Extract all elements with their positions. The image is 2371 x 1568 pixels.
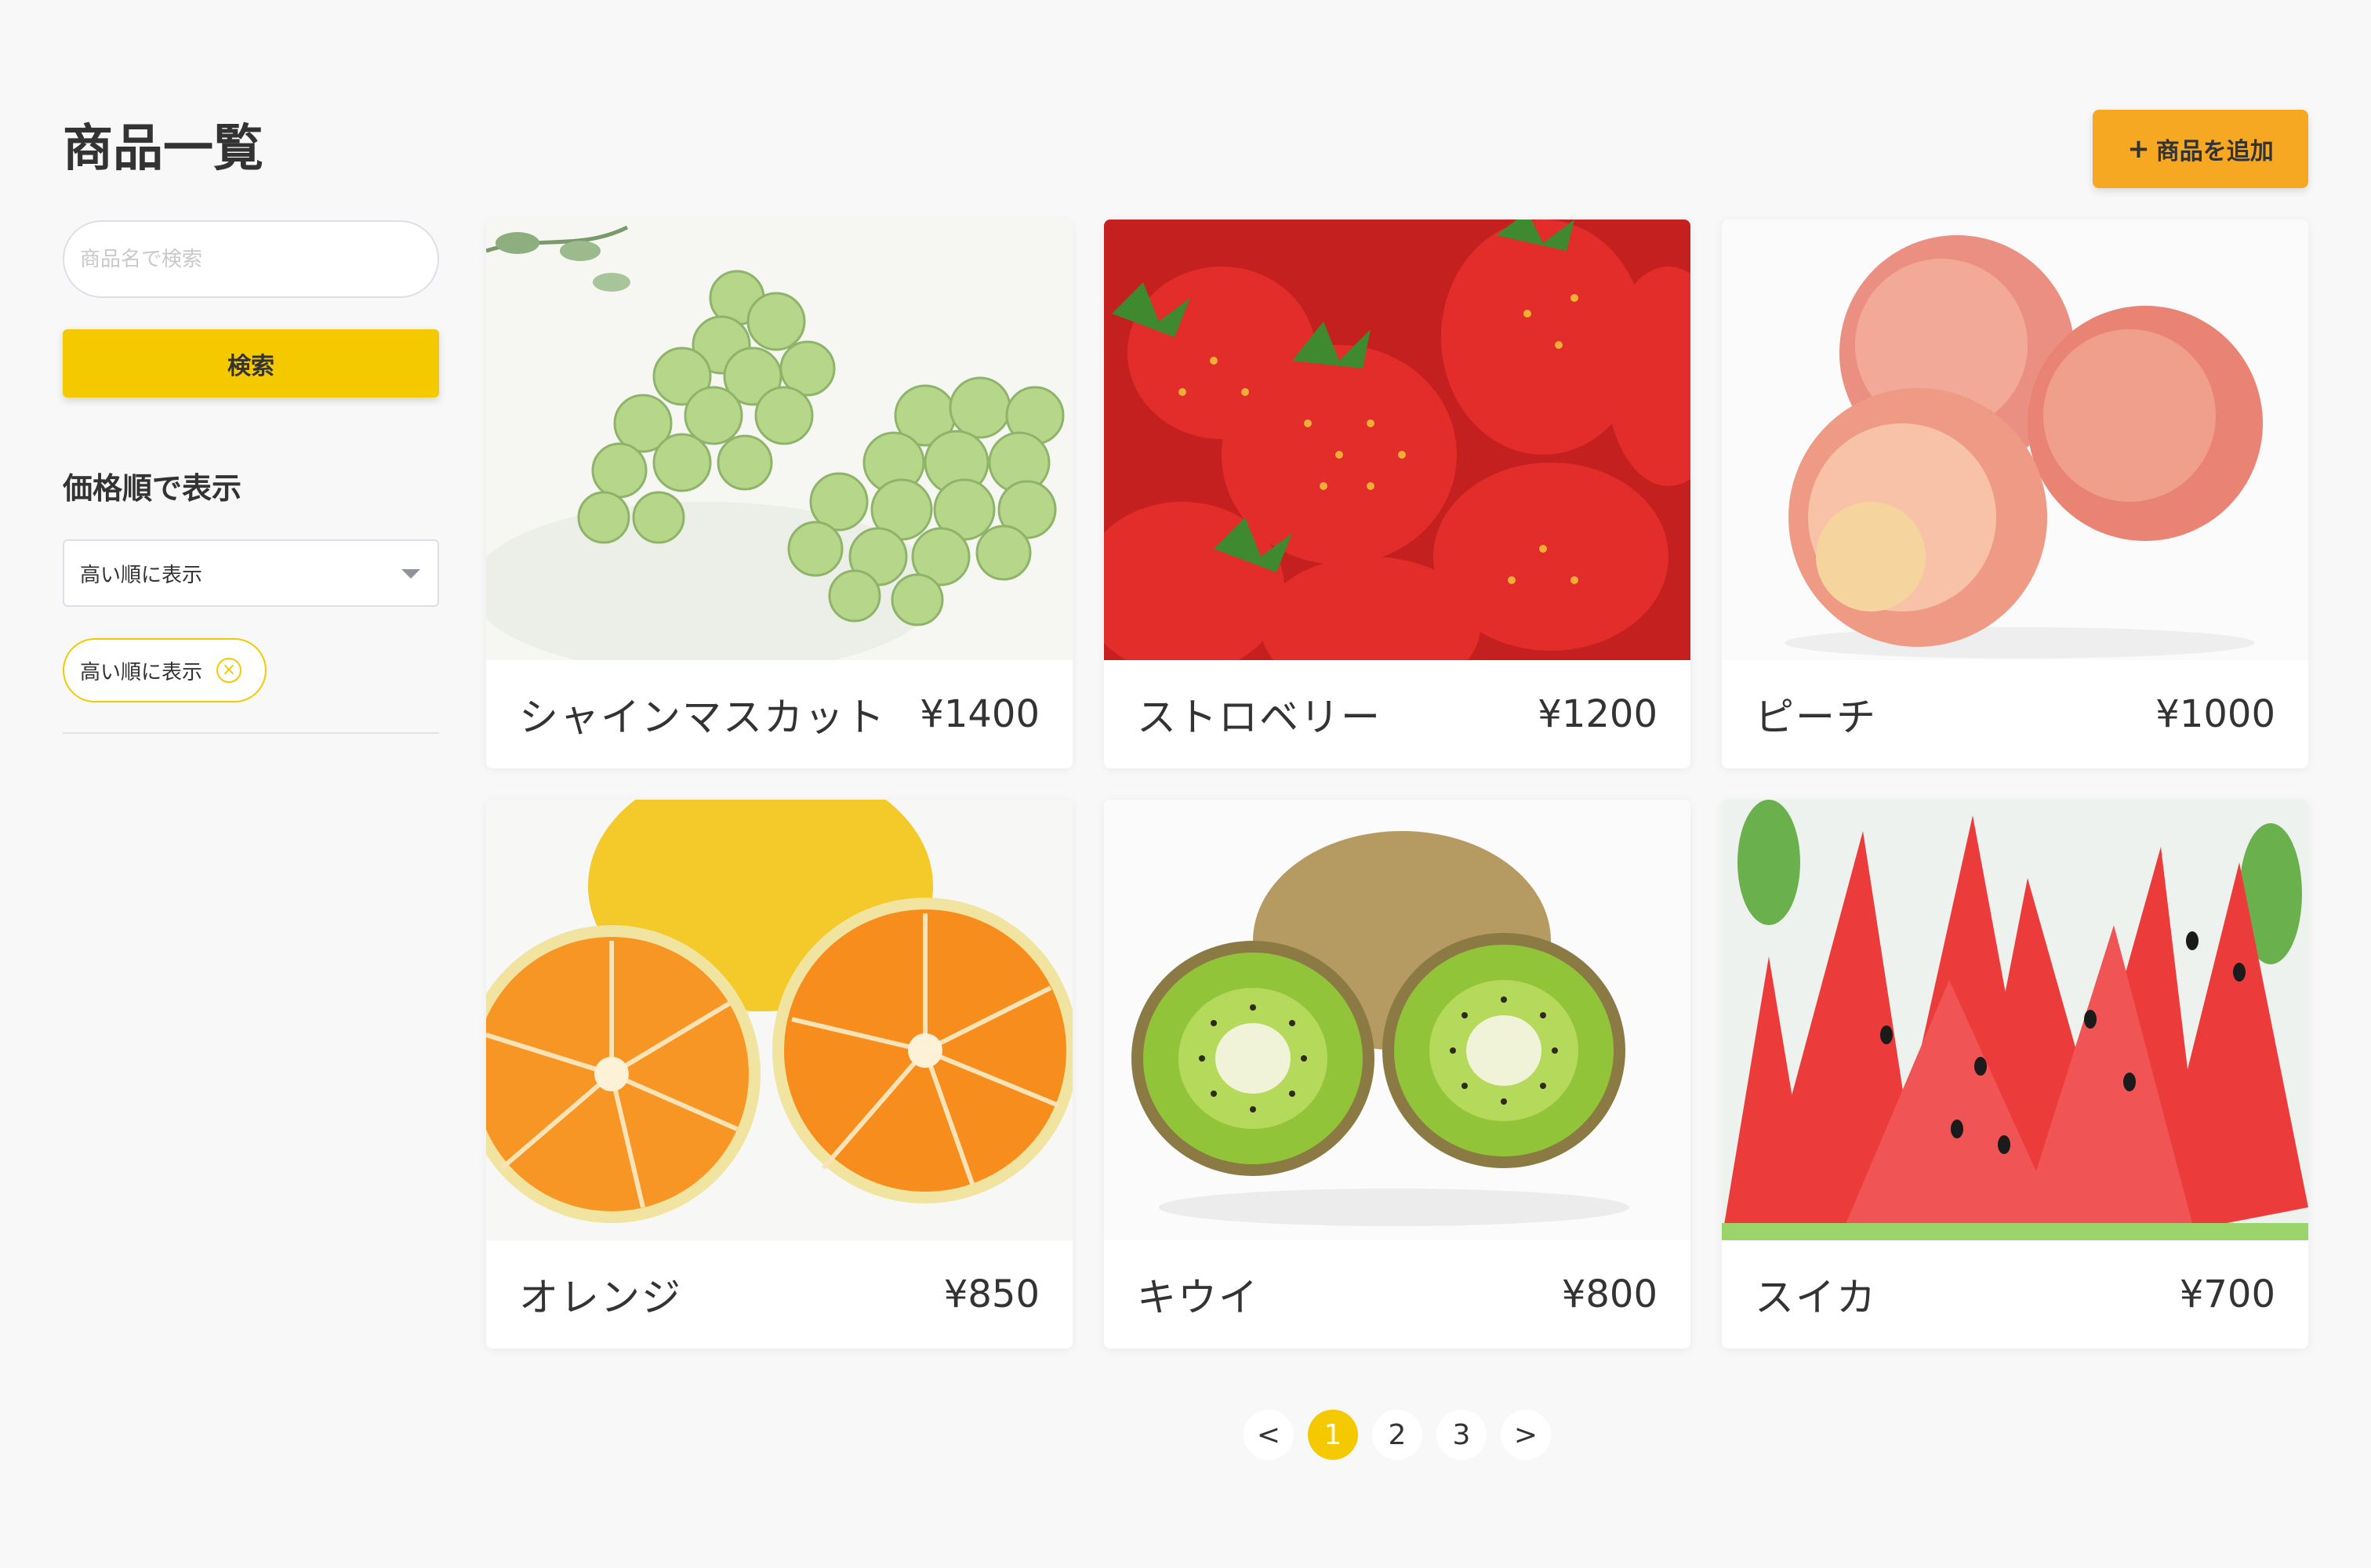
product-name: シャインマスカット xyxy=(519,695,886,740)
product-price: ¥800 xyxy=(1561,1272,1658,1316)
product-price: ¥850 xyxy=(943,1272,1040,1316)
sort-filter-tag: 高い順に表示 × xyxy=(63,638,267,702)
product-card[interactable]: キウイ ¥800 xyxy=(1104,800,1690,1348)
product-image-grapes xyxy=(486,220,1073,660)
sort-select[interactable]: 高い順に表示 xyxy=(63,539,439,607)
chevron-down-icon xyxy=(401,569,420,579)
product-name: キウイ xyxy=(1137,1275,1259,1320)
pagination-page-3[interactable]: 3 xyxy=(1436,1410,1487,1460)
product-card[interactable]: シャインマスカット ¥1400 xyxy=(486,220,1073,768)
product-image-peaches xyxy=(1722,220,2308,660)
product-card[interactable]: ストロベリー ¥1200 xyxy=(1104,220,1690,768)
pagination-page-1[interactable]: 1 xyxy=(1308,1410,1358,1460)
sort-select-value: 高い順に表示 xyxy=(80,563,203,587)
product-price: ¥1000 xyxy=(2155,692,2275,736)
product-name: ピーチ xyxy=(1755,695,1877,740)
product-card[interactable]: オレンジ ¥850 xyxy=(486,800,1073,1348)
product-card[interactable]: スイカ ¥700 xyxy=(1722,800,2308,1348)
search-input[interactable] xyxy=(63,220,439,298)
add-product-label: 商品を追加 xyxy=(2155,138,2274,165)
product-name: ストロベリー xyxy=(1137,695,1382,740)
product-image-watermelon xyxy=(1722,800,2308,1240)
pagination-prev[interactable]: < xyxy=(1244,1410,1294,1460)
plus-icon: + xyxy=(2127,133,2150,165)
product-image-kiwis xyxy=(1104,800,1690,1240)
product-price: ¥1200 xyxy=(1538,692,1658,736)
close-icon[interactable]: × xyxy=(216,658,242,683)
pagination-next[interactable]: > xyxy=(1501,1410,1551,1460)
add-product-button[interactable]: + 商品を追加 xyxy=(2093,110,2308,188)
page-title: 商品一覧 xyxy=(63,120,263,178)
sidebar-divider xyxy=(63,732,439,734)
product-image-strawberries xyxy=(1104,220,1690,660)
sort-tag-label: 高い順に表示 xyxy=(80,660,203,684)
search-button[interactable]: 検索 xyxy=(63,329,439,397)
product-name: スイカ xyxy=(1755,1275,1877,1320)
product-card[interactable]: ピーチ ¥1000 xyxy=(1722,220,2308,768)
product-image-oranges xyxy=(486,800,1073,1240)
product-price: ¥700 xyxy=(2179,1272,2275,1316)
product-name: オレンジ xyxy=(519,1275,682,1320)
product-price: ¥1400 xyxy=(920,692,1040,736)
sort-heading: 価格順で表示 xyxy=(63,471,242,506)
pagination-page-2[interactable]: 2 xyxy=(1372,1410,1422,1460)
